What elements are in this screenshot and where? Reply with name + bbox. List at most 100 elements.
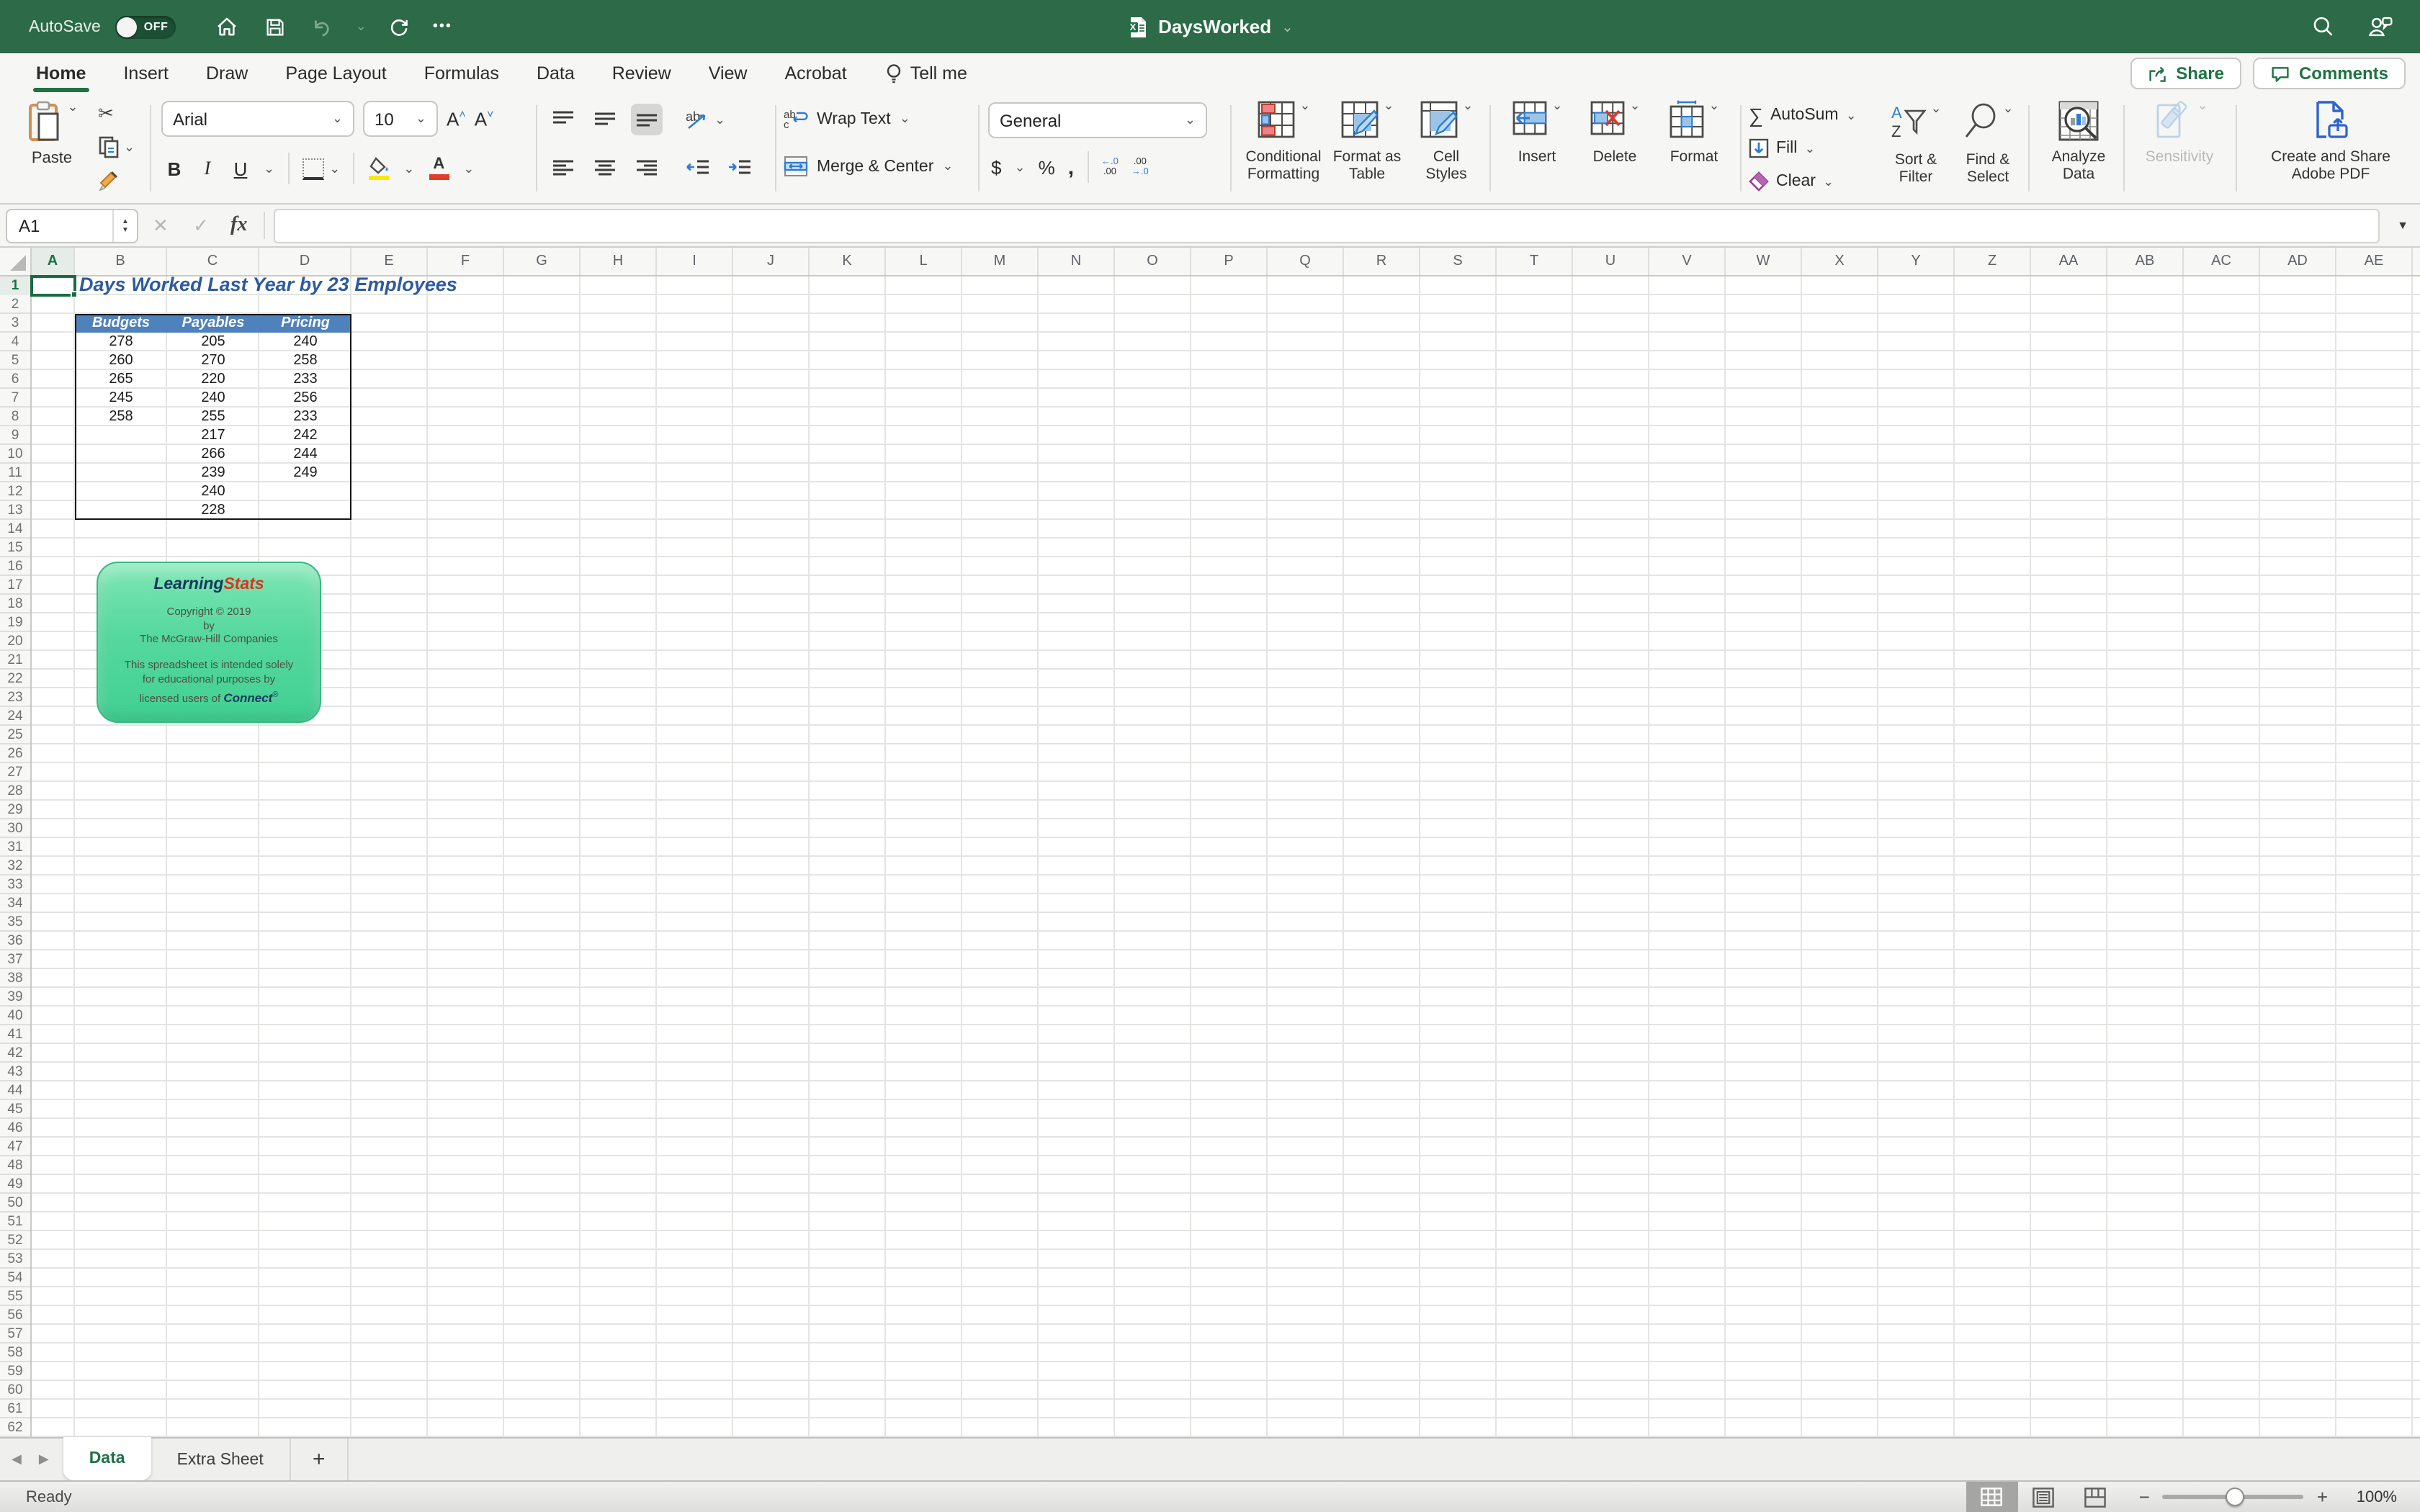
cell-styles-button[interactable]: ⌄ Cell Styles [1412,99,1481,183]
decrease-indent-button[interactable] [681,153,713,184]
row-header-13[interactable]: 13 [0,501,30,520]
cut-icon[interactable]: ✂ [98,102,114,125]
sheet-nav-left-icon[interactable]: ◀ [12,1452,22,1467]
find-select-chevron[interactable]: ⌄ [2002,102,2013,115]
share-person-icon[interactable] [2365,12,2394,41]
find-select-button[interactable]: ⌄ Find & Select [1953,102,2022,186]
row-header-25[interactable]: 25 [0,726,30,744]
format-cells-button[interactable]: ⌄ Format [1657,99,1731,166]
align-center-button[interactable] [589,153,621,184]
borders-icon[interactable]: ⌄ [302,158,340,179]
column-header-v[interactable]: V [1649,248,1726,275]
row-header-32[interactable]: 32 [0,857,30,876]
page-break-view-button[interactable] [2070,1482,2122,1512]
cell-C8[interactable]: 255 [167,408,259,426]
row-header-27[interactable]: 27 [0,763,30,782]
sort-filter-button[interactable]: AZ ⌄ Sort & Filter [1881,102,1950,186]
name-box-spinner[interactable]: ▲ ▼ [112,210,137,242]
cancel-entry-icon[interactable]: ✕ [153,204,169,246]
underline-chevron[interactable]: ⌄ [264,162,274,175]
row-header-19[interactable]: 19 [0,613,30,632]
undo-icon[interactable] [308,12,337,41]
sort-filter-chevron[interactable]: ⌄ [1930,102,1941,115]
column-header-g[interactable]: G [504,248,581,275]
table-header-budgets[interactable]: Budgets [75,314,167,333]
row-header-41[interactable]: 41 [0,1025,30,1044]
row-header-15[interactable]: 15 [0,539,30,557]
fill-color-chevron[interactable]: ⌄ [403,162,414,175]
row-header-54[interactable]: 54 [0,1269,30,1287]
fill-button[interactable]: Fill ⌄ [1749,135,1816,161]
column-header-x[interactable]: X [1802,248,1878,275]
home-icon[interactable] [213,12,242,41]
spinner-up-icon[interactable]: ▲ [122,217,129,226]
column-header-n[interactable]: N [1039,248,1115,275]
sheet-nav-right-icon[interactable]: ▶ [39,1452,49,1467]
selected-cell-a1[interactable] [30,275,76,297]
tab-data[interactable]: Data [518,53,593,94]
table-header-payables[interactable]: Payables [167,314,259,333]
column-header-ab[interactable]: AB [2107,248,2184,275]
column-header-y[interactable]: Y [1878,248,1955,275]
conditional-formatting-button[interactable]: ⌄ Conditional Formatting [1239,99,1328,183]
column-header-w[interactable]: W [1726,248,1802,275]
zoom-slider[interactable] [2163,1495,2304,1499]
orientation-button[interactable]: ab ⌄ [684,108,725,131]
tab-formulas[interactable]: Formulas [405,53,518,94]
column-header-i[interactable]: I [657,248,733,275]
row-header-24[interactable]: 24 [0,707,30,726]
cell-B6[interactable]: 265 [75,370,167,389]
cell-D11[interactable]: 249 [259,464,351,482]
merge-center-chevron[interactable]: ⌄ [942,160,953,173]
cell-D9[interactable]: 242 [259,426,351,445]
column-header-c[interactable]: C [167,248,259,275]
search-icon[interactable] [2308,12,2336,41]
cell-C10[interactable]: 266 [167,445,259,464]
clear-chevron[interactable]: ⌄ [1823,175,1834,188]
confirm-entry-icon[interactable]: ✓ [193,204,209,246]
align-right-button[interactable] [631,153,663,184]
row-header-7[interactable]: 7 [0,389,30,408]
conditional-formatting-chevron[interactable]: ⌄ [1299,99,1310,112]
add-sheet-button[interactable]: + [291,1439,349,1480]
row-header-22[interactable]: 22 [0,670,30,688]
column-header-u[interactable]: U [1573,248,1649,275]
row-header-6[interactable]: 6 [0,370,30,389]
row-header-38[interactable]: 38 [0,969,30,988]
decrease-font-size-button[interactable]: A˅ [475,108,494,130]
row-header-18[interactable]: 18 [0,595,30,613]
increase-decimal-button[interactable]: .00 →.0 [1131,157,1149,177]
currency-chevron[interactable]: ⌄ [1014,161,1025,174]
row-header-55[interactable]: 55 [0,1287,30,1306]
row-header-31[interactable]: 31 [0,838,30,857]
cell-D8[interactable]: 233 [259,408,351,426]
row-header-56[interactable]: 56 [0,1306,30,1325]
row-header-26[interactable]: 26 [0,744,30,763]
column-header-z[interactable]: Z [1955,248,2031,275]
row-header-51[interactable]: 51 [0,1212,30,1231]
cell-D6[interactable]: 233 [259,370,351,389]
row-header-53[interactable]: 53 [0,1250,30,1269]
row-header-30[interactable]: 30 [0,819,30,838]
undo-dropdown-chevron[interactable]: ⌄ [356,20,367,33]
column-header-o[interactable]: O [1115,248,1191,275]
row-header-5[interactable]: 5 [0,351,30,370]
autosave-toggle[interactable]: OFF [115,15,176,38]
increase-indent-button[interactable] [723,153,755,184]
row-header-57[interactable]: 57 [0,1325,30,1344]
cell-D10[interactable]: 244 [259,445,351,464]
row-header-17[interactable]: 17 [0,576,30,595]
tab-draw[interactable]: Draw [187,53,266,94]
row-header-37[interactable]: 37 [0,950,30,969]
borders-chevron[interactable]: ⌄ [329,162,340,175]
cell-C12[interactable]: 240 [167,482,259,501]
percent-button[interactable]: % [1039,156,1055,178]
row-header-28[interactable]: 28 [0,782,30,801]
row-header-47[interactable]: 47 [0,1138,30,1156]
underline-button[interactable]: U [230,158,251,179]
share-button[interactable]: Share [2130,58,2241,89]
name-box[interactable]: A1 ▲ ▼ [6,209,138,243]
paste-button[interactable]: ⌄ Paste [12,101,92,167]
row-header-4[interactable]: 4 [0,333,30,351]
insert-function-icon[interactable]: fx [230,204,247,246]
